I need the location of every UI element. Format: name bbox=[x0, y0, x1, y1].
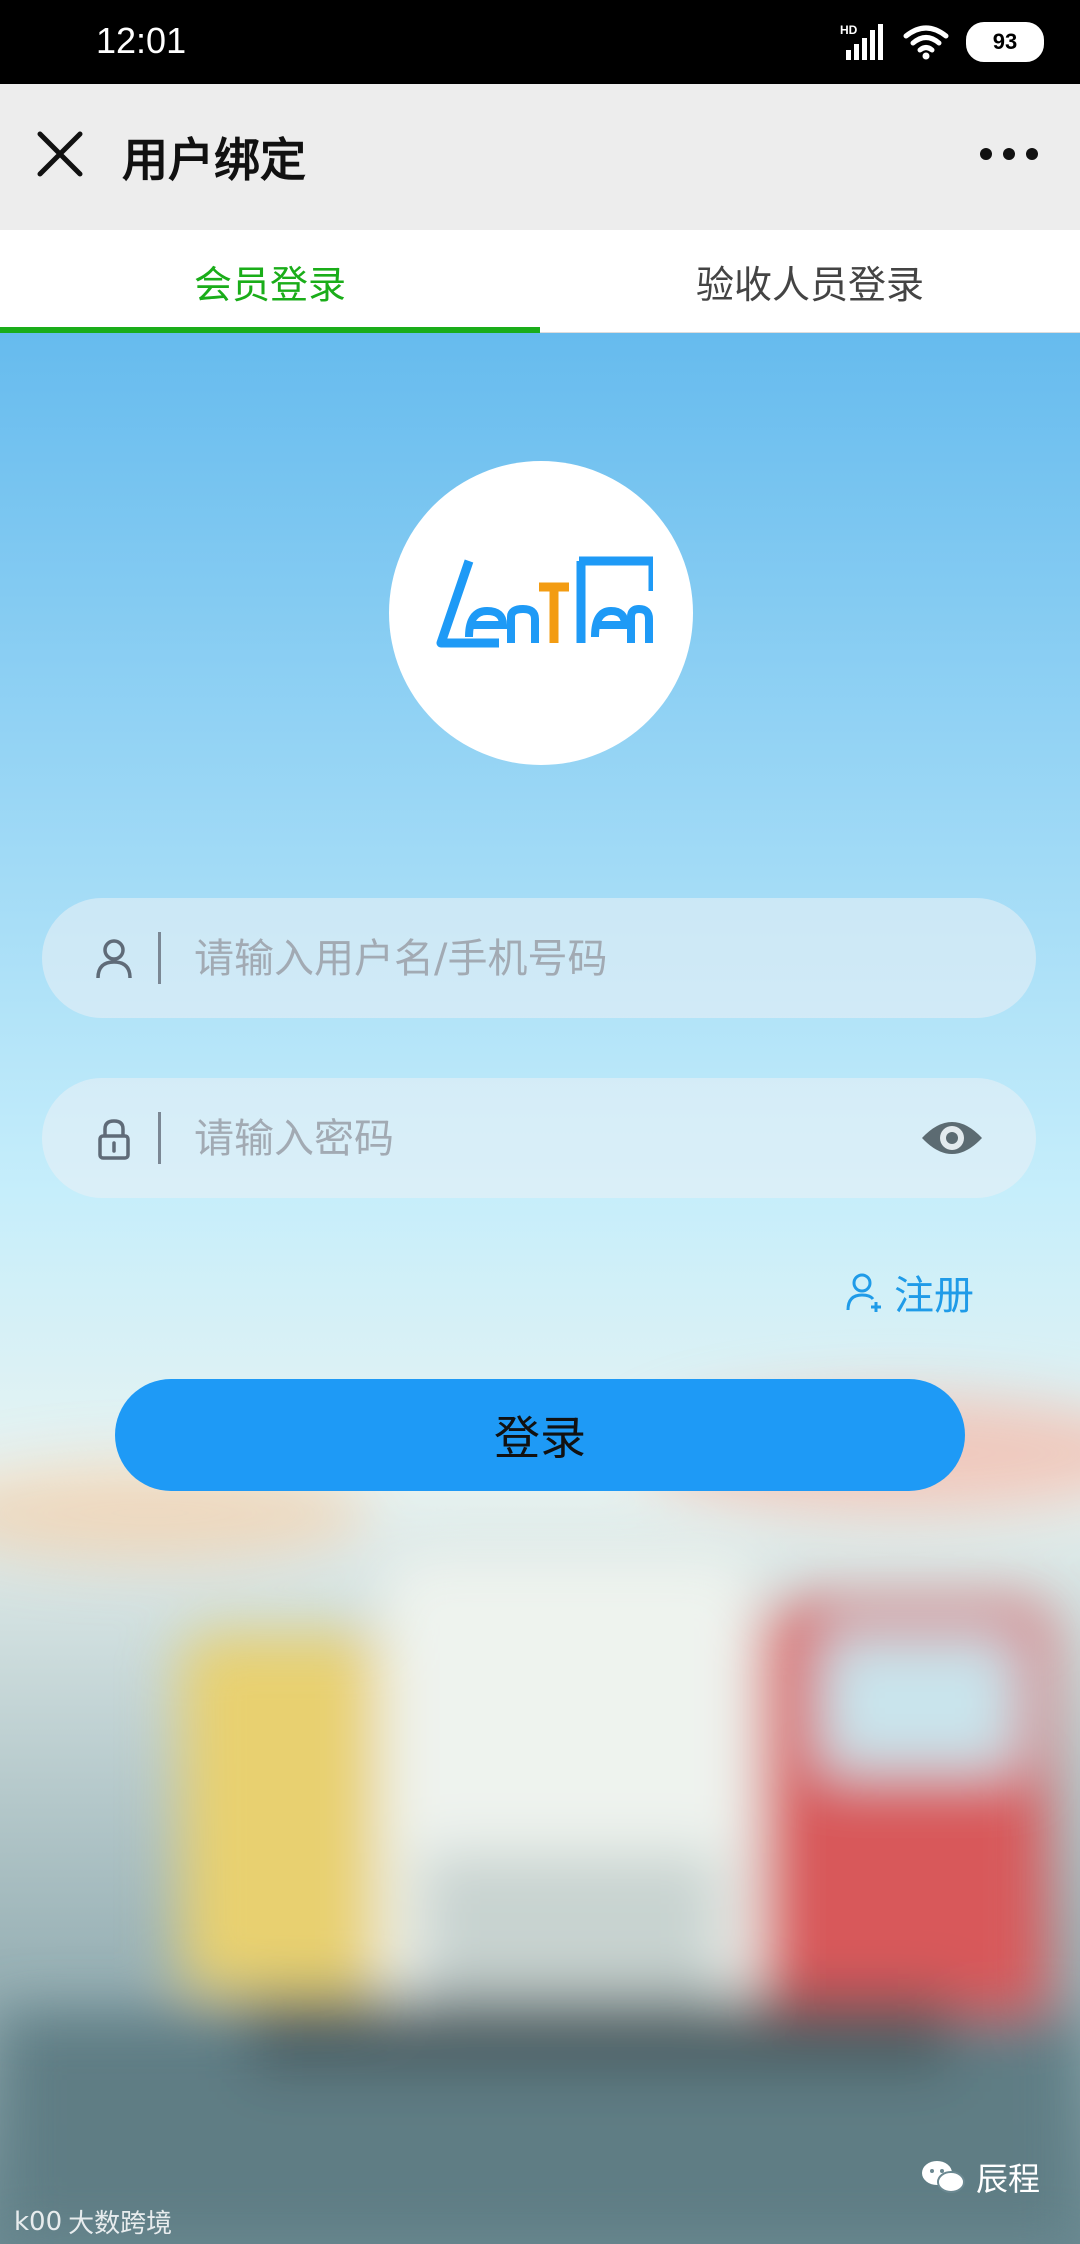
toggle-password-visibility[interactable] bbox=[918, 1112, 986, 1164]
watermark-right-text: 辰程 bbox=[975, 2160, 1040, 2198]
more-button[interactable] bbox=[974, 134, 1044, 174]
field-divider bbox=[158, 932, 161, 984]
battery-icon: 93 bbox=[966, 22, 1044, 62]
close-button[interactable] bbox=[30, 124, 90, 184]
hd-signal-icon: HD bbox=[840, 23, 883, 60]
wechat-icon bbox=[921, 2161, 965, 2193]
watermark-left: k00 大数跨境 bbox=[14, 2203, 172, 2240]
register-link[interactable]: 注册 bbox=[846, 1263, 974, 1321]
company-logo bbox=[389, 461, 693, 765]
watermark-right: 辰程 bbox=[920, 2154, 1040, 2200]
register-label: 注册 bbox=[894, 1273, 974, 1319]
page-title: 用户绑定 bbox=[122, 133, 306, 187]
password-input[interactable] bbox=[192, 1078, 896, 1200]
close-icon bbox=[37, 131, 83, 177]
svg-text:HD: HD bbox=[840, 23, 858, 37]
lock-icon bbox=[98, 1119, 130, 1160]
user-icon bbox=[96, 939, 132, 979]
watermark-left-text: 大数跨境 bbox=[68, 2209, 173, 2239]
password-field bbox=[42, 1078, 1036, 1200]
eye-icon bbox=[922, 1122, 982, 1154]
login-content: 注册 登录 k00 大数跨境 辰程 bbox=[0, 333, 1080, 2244]
more-icon bbox=[980, 148, 1038, 160]
username-input[interactable] bbox=[192, 898, 896, 1020]
field-divider bbox=[158, 1112, 161, 1164]
lentlen-logo-icon bbox=[436, 556, 653, 648]
add-user-icon bbox=[846, 1273, 881, 1312]
title-bar: 用户绑定 bbox=[0, 84, 1080, 230]
tab-inspector-login[interactable]: 验收人员登录 bbox=[540, 230, 1080, 332]
wifi-icon bbox=[903, 25, 949, 60]
login-button[interactable]: 登录 bbox=[115, 1379, 965, 1491]
tab-bar: 会员登录 验收人员登录 bbox=[0, 230, 1080, 333]
tab-member-login[interactable]: 会员登录 bbox=[0, 230, 540, 333]
status-time: 12:01 bbox=[96, 20, 187, 61]
watermark-logo: k00 bbox=[14, 2206, 63, 2237]
username-field bbox=[42, 898, 1036, 1020]
status-bar: 12:01 HD 93 bbox=[0, 0, 1080, 84]
status-icons: HD 93 bbox=[840, 22, 1044, 62]
